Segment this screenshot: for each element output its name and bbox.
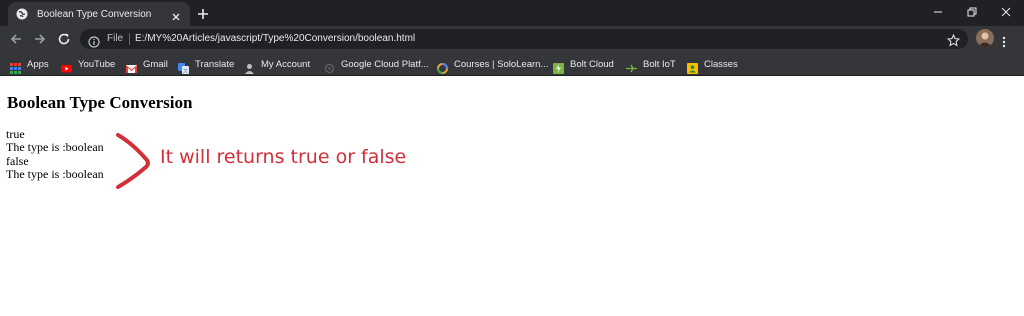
- annotation-bracket-mark: [112, 131, 156, 191]
- new-tab-icon[interactable]: [196, 6, 210, 20]
- svg-text:文: 文: [183, 67, 188, 74]
- address-bar[interactable]: File E:/MY%20Articles/javascript/Type%20…: [80, 29, 968, 49]
- tab-title: Boolean Type Conversion: [37, 8, 152, 20]
- profile-avatar[interactable]: [976, 29, 994, 47]
- bolt-iot-icon: [626, 59, 637, 72]
- translate-icon: 文: [178, 59, 189, 74]
- menu-kebab-icon[interactable]: [1002, 33, 1006, 48]
- bookmark-my-account[interactable]: My Account: [244, 58, 311, 74]
- url-text[interactable]: E:/MY%20Articles/javascript/Type%20Conve…: [135, 33, 415, 44]
- apps-grid-icon: [10, 59, 21, 74]
- bookmark-google-cloud[interactable]: Google Cloud Platf...: [324, 58, 429, 73]
- bookmark-translate[interactable]: 文 Translate: [178, 58, 235, 74]
- bookmark-label: YouTube: [78, 58, 116, 70]
- bolt-cloud-icon: [553, 59, 564, 74]
- reload-icon[interactable]: [56, 31, 72, 47]
- bookmarks-bar: Apps YouTube Gmail 文 Translate My Accoun…: [0, 52, 1024, 76]
- bookmark-label: Translate: [195, 58, 235, 70]
- classes-icon: [687, 59, 698, 74]
- bookmark-youtube[interactable]: YouTube: [61, 58, 116, 72]
- bookmark-label: Bolt Cloud: [570, 58, 614, 70]
- cloud-icon: [324, 59, 335, 73]
- tab-strip: Boolean Type Conversion: [0, 0, 1024, 26]
- bookmark-star-icon[interactable]: [946, 32, 961, 47]
- forward-arrow-icon[interactable]: [32, 31, 48, 47]
- omnibox-divider: [129, 33, 130, 45]
- bookmark-bolt-cloud[interactable]: Bolt Cloud: [553, 58, 614, 74]
- info-icon[interactable]: [88, 33, 100, 48]
- bookmark-gmail[interactable]: Gmail: [126, 58, 168, 73]
- bookmark-bolt-iot[interactable]: Bolt IoT: [626, 58, 676, 72]
- active-tab[interactable]: Boolean Type Conversion: [8, 2, 190, 26]
- restore-icon[interactable]: [962, 3, 982, 21]
- bookmark-label: Courses | SoloLearn...: [454, 58, 549, 70]
- bookmark-label: My Account: [261, 58, 311, 70]
- output-line: The type is :boolean: [6, 167, 104, 181]
- bookmark-classes[interactable]: Classes: [687, 58, 738, 74]
- bookmark-label: Bolt IoT: [643, 58, 676, 70]
- gmail-icon: [126, 59, 137, 73]
- bookmark-apps[interactable]: Apps: [10, 58, 49, 74]
- close-window-icon[interactable]: [996, 3, 1016, 21]
- bookmark-label: Apps: [27, 58, 49, 70]
- annotation-text: It will returns true or false: [160, 146, 407, 168]
- output-line: The type is :boolean: [6, 140, 104, 154]
- close-tab-icon[interactable]: [170, 8, 182, 21]
- account-icon: [244, 59, 255, 74]
- scheme-label: File: [107, 33, 124, 44]
- bookmark-label: Classes: [704, 58, 738, 70]
- sololearn-icon: [437, 59, 448, 74]
- youtube-icon: [61, 59, 72, 72]
- bookmark-label: Google Cloud Platf...: [341, 58, 429, 70]
- bookmark-label: Gmail: [143, 58, 168, 70]
- page-heading: Boolean Type Conversion: [7, 93, 193, 112]
- back-arrow-icon[interactable]: [8, 31, 24, 47]
- globe-icon: [16, 8, 28, 20]
- minimize-icon[interactable]: [928, 3, 948, 21]
- bookmark-sololearn[interactable]: Courses | SoloLearn...: [437, 58, 549, 74]
- browser-toolbar: File E:/MY%20Articles/javascript/Type%20…: [0, 26, 1024, 52]
